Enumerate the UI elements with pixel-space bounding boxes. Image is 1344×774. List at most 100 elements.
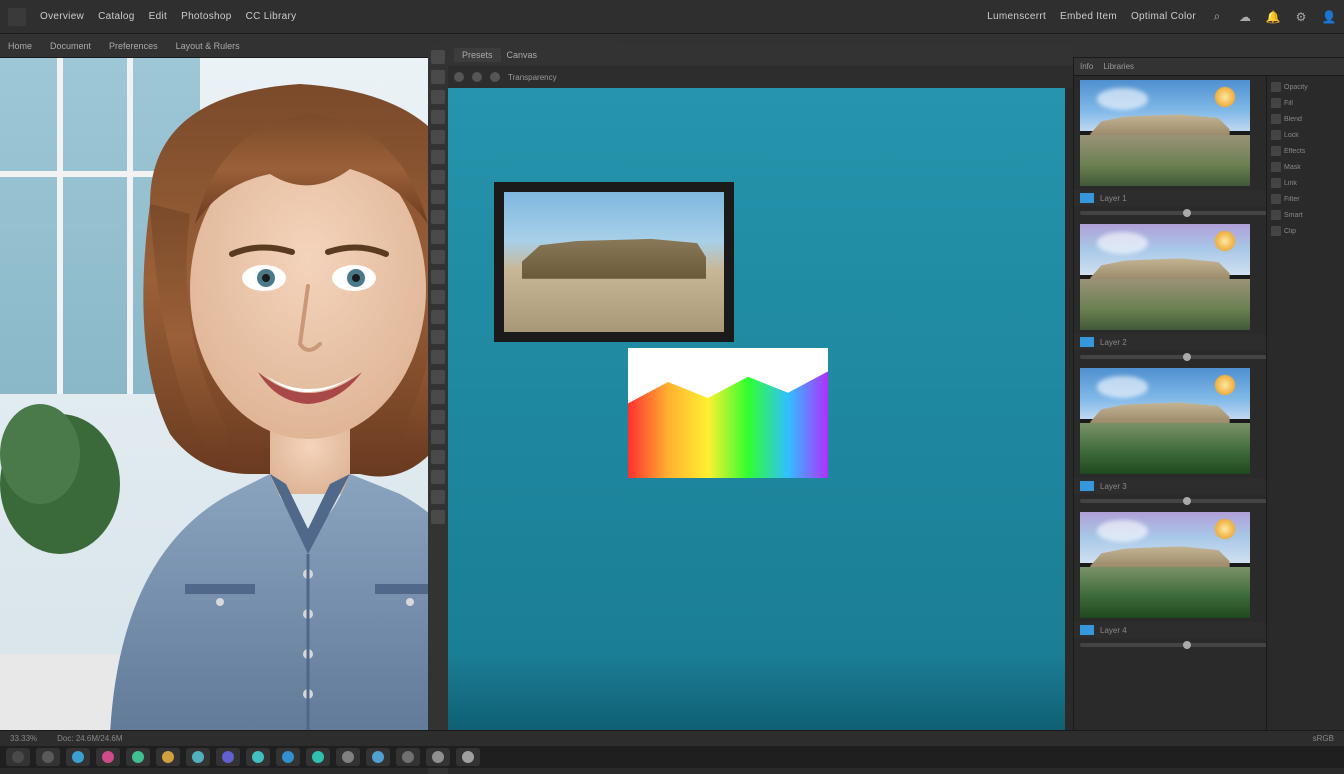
opt-layout[interactable]: Layout & Rulers (176, 41, 240, 51)
dock-app-1[interactable] (36, 748, 60, 766)
search-icon[interactable]: ⌕ (1210, 10, 1224, 24)
tool-slot-2[interactable] (431, 90, 445, 104)
panel-tab-libraries[interactable]: Libraries (1103, 62, 1134, 71)
app-logo-icon[interactable] (8, 8, 26, 26)
layer-swatch-icon[interactable] (1080, 337, 1094, 347)
layer-swatch-icon[interactable] (1080, 193, 1094, 203)
mini-control-row[interactable]: Opacity (1271, 80, 1340, 94)
tool-slot-9[interactable] (431, 230, 445, 244)
placed-image-landscape[interactable] (494, 182, 734, 342)
layer-swatch-icon[interactable] (1080, 481, 1094, 491)
dock-app-0[interactable] (6, 748, 30, 766)
tool-slot-10[interactable] (431, 250, 445, 264)
opt-preferences[interactable]: Preferences (109, 41, 158, 51)
dock-app-icon (132, 751, 144, 763)
dock-app-6[interactable] (186, 748, 210, 766)
layer-thumbnail[interactable] (1080, 368, 1250, 474)
settings-icon[interactable]: ⚙ (1294, 10, 1308, 24)
menu-photoshop[interactable]: Photoshop (181, 11, 232, 22)
tool-slot-6[interactable] (431, 170, 445, 184)
menu-right-1[interactable]: Embed Item (1060, 11, 1117, 22)
tool-slot-1[interactable] (431, 70, 445, 84)
menu-catalog[interactable]: Catalog (98, 11, 135, 22)
tool-slot-18[interactable] (431, 410, 445, 424)
mini-control-row[interactable]: Clip (1271, 224, 1340, 238)
user-icon[interactable]: 👤 (1322, 10, 1336, 24)
mini-control-row[interactable]: Link (1271, 176, 1340, 190)
tool-dot-icon[interactable] (454, 72, 464, 82)
tool-slot-13[interactable] (431, 310, 445, 324)
dock-app-icon (42, 751, 54, 763)
dock-app-icon (432, 751, 444, 763)
tool-slot-19[interactable] (431, 430, 445, 444)
mini-control-label: Effects (1284, 148, 1340, 155)
doc-tab[interactable]: Presets (454, 48, 501, 62)
opt-home[interactable]: Home (8, 41, 32, 51)
tool-dot-icon[interactable] (472, 72, 482, 82)
tool-slot-17[interactable] (431, 390, 445, 404)
layer-thumbnail[interactable] (1080, 224, 1250, 330)
tool-slot-5[interactable] (431, 150, 445, 164)
tool-slot-15[interactable] (431, 350, 445, 364)
dock-app-7[interactable] (216, 748, 240, 766)
tool-slot-0[interactable] (431, 50, 445, 64)
dock-bar (0, 746, 1344, 768)
mini-control-row[interactable]: Fill (1271, 96, 1340, 110)
dock-app-10[interactable] (306, 748, 330, 766)
mini-control-row[interactable]: Blend (1271, 112, 1340, 126)
dock-app-icon (402, 751, 414, 763)
dock-app-icon (72, 751, 84, 763)
dock-app-13[interactable] (396, 748, 420, 766)
mini-control-row[interactable]: Effects (1271, 144, 1340, 158)
menu-overview[interactable]: Overview (40, 11, 84, 22)
tool-slot-11[interactable] (431, 270, 445, 284)
mini-control-row[interactable]: Lock (1271, 128, 1340, 142)
dock-app-4[interactable] (126, 748, 150, 766)
dock-app-15[interactable] (456, 748, 480, 766)
dock-app-11[interactable] (336, 748, 360, 766)
menu-right-0[interactable]: Lumenscerrt (987, 11, 1046, 22)
tool-slot-4[interactable] (431, 130, 445, 144)
tool-slot-7[interactable] (431, 190, 445, 204)
tool-slot-22[interactable] (431, 490, 445, 504)
dock-app-14[interactable] (426, 748, 450, 766)
mini-control-row[interactable]: Filter (1271, 192, 1340, 206)
layers-panel-body: Layer 1Layer 2Layer 3Layer 4 OpacityFill… (1074, 76, 1344, 730)
layer-swatch-icon[interactable] (1080, 625, 1094, 635)
floating-doc-toolbar: Transparency (428, 66, 1073, 88)
bell-icon[interactable]: 🔔 (1266, 10, 1280, 24)
dock-app-8[interactable] (246, 748, 270, 766)
placed-image-gradient[interactable] (628, 348, 828, 478)
tool-slot-16[interactable] (431, 370, 445, 384)
dock-app-icon (372, 751, 384, 763)
menu-cclibrary[interactable]: CC Library (246, 11, 297, 22)
mini-control-row[interactable]: Mask (1271, 160, 1340, 174)
cloud-icon[interactable]: ☁ (1238, 10, 1252, 24)
mini-control-row[interactable]: Smart (1271, 208, 1340, 222)
tool-slot-3[interactable] (431, 110, 445, 124)
footer: 33.33% Doc: 24.6M/24.6M sRGB (0, 730, 1344, 768)
layer-thumbnail[interactable] (1080, 512, 1250, 618)
tool-dot-icon[interactable] (490, 72, 500, 82)
status-zoom[interactable]: 33.33% (10, 734, 37, 743)
dock-app-2[interactable] (66, 748, 90, 766)
floating-document-window[interactable]: Presets Canvas Transparency (428, 44, 1073, 774)
panel-tab-info[interactable]: Info (1080, 62, 1093, 71)
tool-slot-20[interactable] (431, 450, 445, 464)
layer-thumbnail[interactable] (1080, 80, 1250, 186)
teal-canvas[interactable] (448, 88, 1065, 754)
menu-edit[interactable]: Edit (149, 11, 167, 22)
tool-slot-8[interactable] (431, 210, 445, 224)
menu-right-2[interactable]: Optimal Color (1131, 11, 1196, 22)
dock-app-5[interactable] (156, 748, 180, 766)
dock-app-3[interactable] (96, 748, 120, 766)
dock-app-9[interactable] (276, 748, 300, 766)
tool-slot-14[interactable] (431, 330, 445, 344)
mini-control-icon (1271, 178, 1281, 188)
dock-app-12[interactable] (366, 748, 390, 766)
tool-slot-23[interactable] (431, 510, 445, 524)
tool-slot-21[interactable] (431, 470, 445, 484)
opt-document[interactable]: Document (50, 41, 91, 51)
floating-doc-titlebar[interactable]: Presets Canvas (428, 44, 1073, 66)
tool-slot-12[interactable] (431, 290, 445, 304)
